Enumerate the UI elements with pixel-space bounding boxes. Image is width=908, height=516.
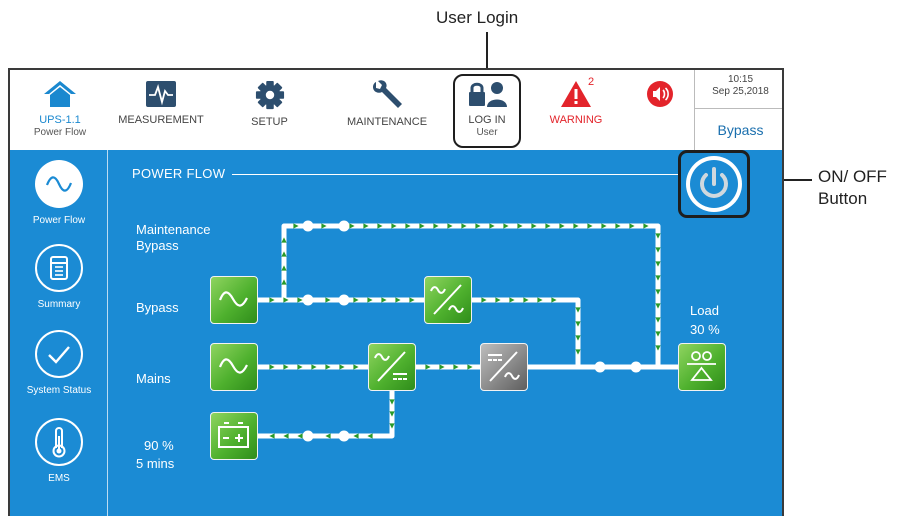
home-sublabel: Power Flow	[33, 127, 87, 138]
setup-button[interactable]: SETUP	[232, 70, 307, 150]
sound-toggle-button[interactable]	[630, 70, 690, 150]
battery-path	[258, 390, 395, 439]
inverter-module[interactable]	[480, 343, 528, 391]
bypass-input-module[interactable]	[210, 276, 258, 324]
measurement-icon	[146, 81, 176, 107]
ac-ac-converter-icon	[430, 284, 464, 315]
battery-module[interactable]	[210, 412, 258, 460]
flow-direction-arrows	[269, 223, 661, 439]
main-panel: Power Flow Summary System Status EMS POW…	[10, 150, 782, 516]
wrench-icon	[373, 80, 402, 108]
clock-date: Sep 25,2018	[712, 86, 769, 97]
setup-label: SETUP	[251, 116, 288, 128]
rectifier-module[interactable]	[368, 343, 416, 391]
maintenance-button[interactable]: MAINTENANCE	[332, 70, 442, 150]
warning-button[interactable]: WARNING 2	[536, 70, 616, 150]
mains-input-module[interactable]	[210, 343, 258, 391]
sine-wave-icon	[218, 358, 248, 374]
measurement-label: MEASUREMENT	[118, 114, 204, 126]
login-highlight-frame	[453, 74, 521, 148]
gear-icon	[255, 80, 284, 110]
power-flow-diagram	[258, 220, 678, 442]
bypass-path	[258, 297, 581, 367]
sine-wave-icon	[218, 291, 248, 307]
on-off-annotation: ON/ OFF Button	[818, 166, 887, 210]
clock-time: 10:15	[727, 74, 754, 85]
clock-time-date: 10:15 Sep 25,2018	[695, 74, 782, 98]
static-switch-module[interactable]	[424, 276, 472, 324]
clock-panel: 10:15 Sep 25,2018 Bypass	[694, 70, 782, 150]
operating-mode: Bypass	[695, 108, 782, 150]
top-navigation-bar: UPS-1.1 Power Flow MEASUREMENT SETUP MAI…	[10, 70, 782, 150]
user-login-annotation: User Login	[436, 8, 519, 27]
inverter-icon	[488, 351, 520, 382]
ups-screen: UPS-1.1 Power Flow MEASUREMENT SETUP MAI…	[8, 68, 784, 516]
on-off-annotation-line1: ON/ OFF	[818, 167, 887, 186]
on-off-annotation-line2: Button	[818, 189, 868, 208]
home-icon	[44, 81, 76, 107]
rectifier-icon	[374, 351, 407, 382]
warning-label: WARNING	[549, 114, 603, 126]
flow-nodes	[302, 220, 642, 442]
home-label: UPS-1.1	[39, 114, 81, 126]
warning-count-badge: 2	[588, 76, 595, 88]
speaker-icon	[647, 81, 673, 107]
load-icon	[687, 351, 716, 381]
home-button[interactable]: UPS-1.1 Power Flow	[10, 70, 110, 150]
user-login-annotation-line	[486, 32, 488, 72]
maintenance-label: MAINTENANCE	[346, 116, 428, 128]
load-module[interactable]	[678, 343, 726, 391]
measurement-button[interactable]: MEASUREMENT	[110, 70, 212, 150]
battery-icon	[218, 422, 249, 448]
